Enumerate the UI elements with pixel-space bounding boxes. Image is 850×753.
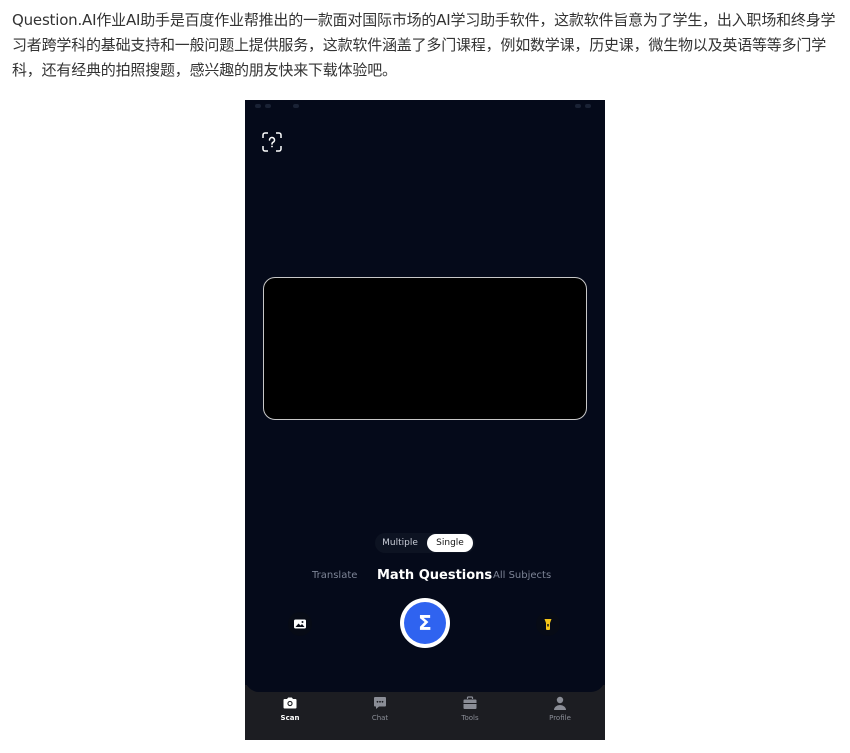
nav-item-scan[interactable]: Scan xyxy=(255,695,325,731)
bottom-tab-bar: Scan Chat Tools Profile xyxy=(245,685,605,740)
flashlight-button[interactable] xyxy=(536,612,560,636)
flashlight-icon xyxy=(544,619,552,630)
nav-label-chat: Chat xyxy=(371,714,389,722)
nav-item-tools[interactable]: Tools xyxy=(435,695,505,731)
nav-item-profile[interactable]: Profile xyxy=(525,695,595,731)
image-icon xyxy=(294,619,306,629)
mode-toggle: Multiple Single xyxy=(375,533,475,553)
help-scan-icon[interactable] xyxy=(262,132,282,152)
gallery-button[interactable] xyxy=(288,612,312,636)
chat-icon xyxy=(374,697,386,709)
mode-multiple-button[interactable]: Multiple xyxy=(375,533,425,553)
phone-screenshot: Multiple Single Translate Math Questions… xyxy=(245,100,605,740)
article-intro: Question.AI作业AI助手是百度作业帮推出的一款面对国际市场的AI学习助… xyxy=(12,11,836,79)
nav-label-scan: Scan xyxy=(280,714,300,722)
nav-label-profile: Profile xyxy=(549,714,571,722)
camera-icon xyxy=(283,697,297,709)
nav-label-tools: Tools xyxy=(461,714,479,722)
person-icon xyxy=(554,696,566,710)
scan-frame xyxy=(263,277,587,420)
subject-tabs: Translate Math Questions All Subjects xyxy=(245,566,605,586)
toolbox-icon xyxy=(463,696,477,709)
tab-translate[interactable]: Translate xyxy=(312,566,357,586)
tab-all-subjects[interactable]: All Subjects xyxy=(493,566,551,586)
nav-item-chat[interactable]: Chat xyxy=(345,695,415,731)
mode-single-button[interactable]: Single xyxy=(427,534,473,552)
shutter-button[interactable]: Σ xyxy=(400,598,450,648)
sigma-icon: Σ xyxy=(404,602,446,644)
status-bar xyxy=(245,100,605,112)
screen-bottom-edge xyxy=(245,678,605,692)
tab-math-questions[interactable]: Math Questions xyxy=(377,566,492,586)
